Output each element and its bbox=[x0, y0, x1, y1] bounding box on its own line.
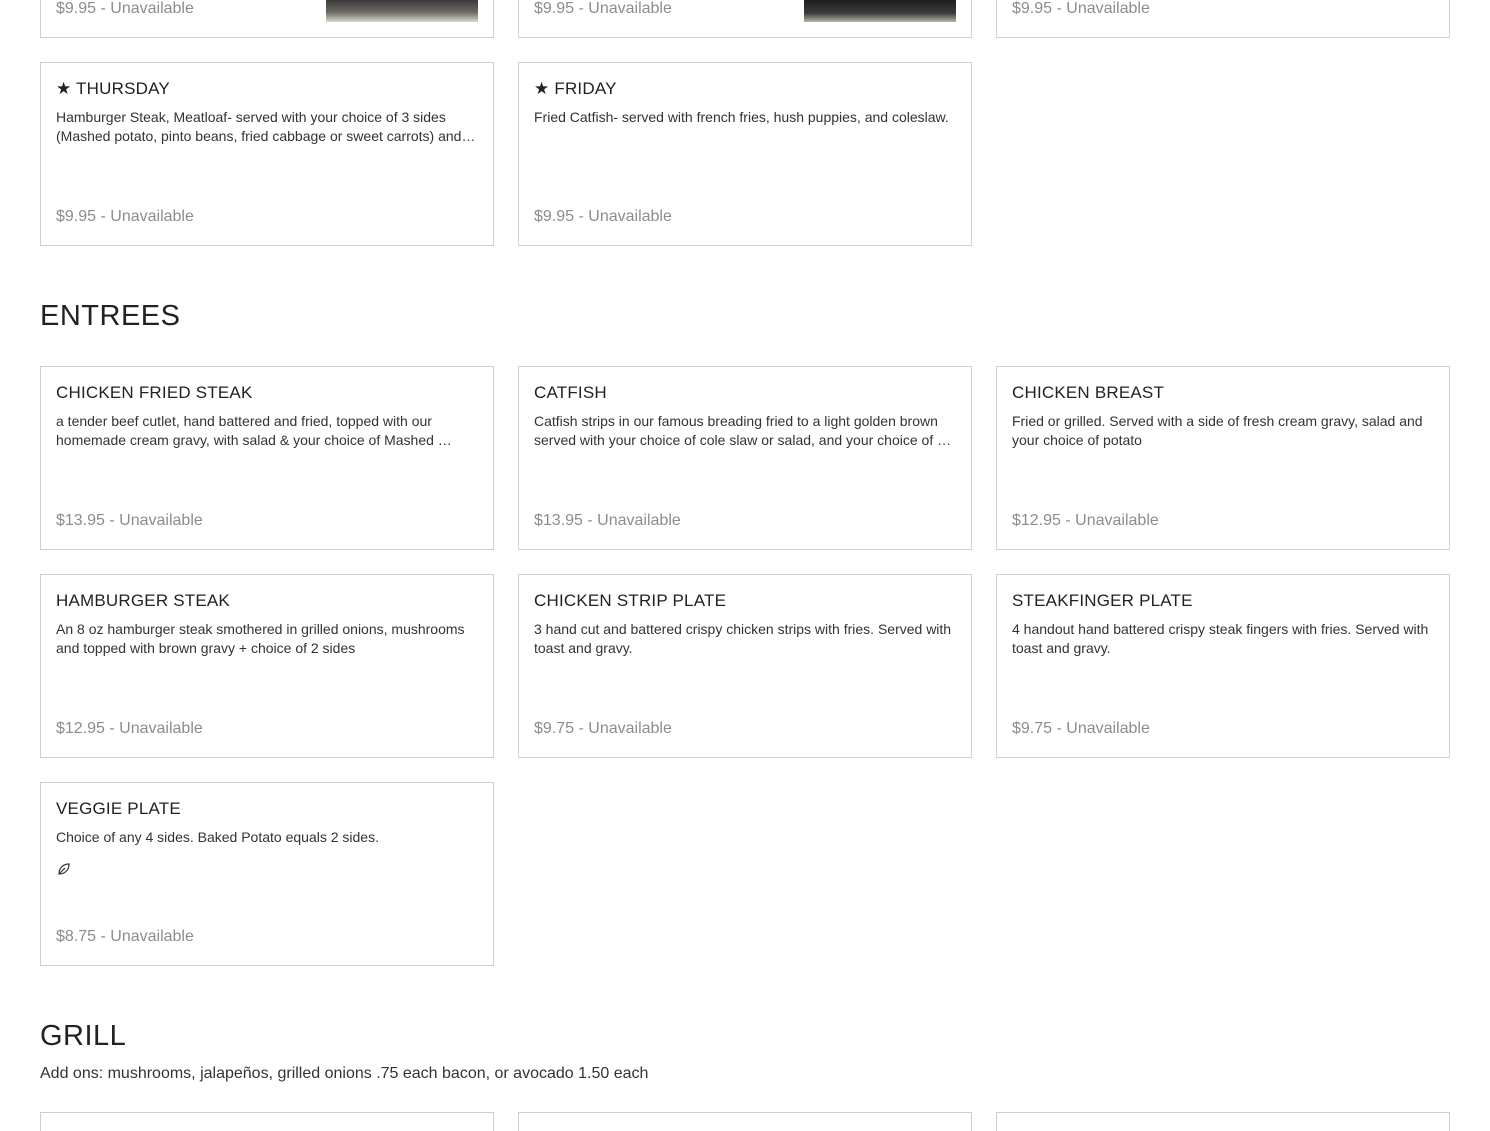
item-photo bbox=[804, 0, 956, 22]
menu-item-card-chicken-strip-plate[interactable]: CHICKEN STRIP PLATE 3 hand cut and batte… bbox=[518, 574, 972, 758]
item-title: ★ FRIDAY bbox=[534, 79, 617, 98]
item-price: $13.95 - Unavailable bbox=[56, 512, 203, 529]
menu-item-card-steakfinger-plate[interactable]: STEAKFINGER PLATE 4 handout hand battere… bbox=[996, 574, 1450, 758]
item-description: Fried Catfish- served with french fries,… bbox=[534, 109, 949, 125]
menu-item-card-thursday[interactable]: ★ THURSDAY Hamburger Steak, Meatloaf- se… bbox=[40, 62, 494, 246]
menu-item-card-hamburger-steak[interactable]: HAMBURGER STEAK An 8 oz hamburger steak … bbox=[40, 574, 494, 758]
item-description: Choice of any 4 sides. Baked Potato equa… bbox=[56, 829, 379, 845]
item-price: $9.95 - Unavailable bbox=[1012, 0, 1150, 17]
menu-item-card[interactable] bbox=[40, 1112, 494, 1131]
item-photo bbox=[326, 0, 478, 22]
item-price: $9.95 - Unavailable bbox=[56, 0, 194, 17]
item-title: CHICKEN FRIED STEAK bbox=[56, 383, 253, 402]
item-description: An 8 oz hamburger steak smothered in gri… bbox=[56, 621, 465, 656]
vegetarian-leaf-icon bbox=[58, 863, 70, 875]
item-price: $13.95 - Unavailable bbox=[534, 512, 681, 529]
menu-item-card[interactable]: $9.95 - Unavailable bbox=[996, 0, 1450, 38]
menu-item-card[interactable] bbox=[518, 1112, 972, 1131]
menu-item-card[interactable]: $9.95 - Unavailable bbox=[40, 0, 494, 38]
item-title: STEAKFINGER PLATE bbox=[1012, 591, 1193, 610]
item-price: $9.75 - Unavailable bbox=[1012, 720, 1150, 737]
item-description: Hamburger Steak, Meatloaf- served with y… bbox=[56, 109, 476, 144]
section-title-grill: GRILL bbox=[40, 1020, 127, 1052]
item-title: CHICKEN BREAST bbox=[1012, 383, 1165, 402]
item-title: CHICKEN STRIP PLATE bbox=[534, 591, 727, 610]
item-price: $9.75 - Unavailable bbox=[534, 720, 672, 737]
menu-item-card-catfish[interactable]: CATFISH Catfish strips in our famous bre… bbox=[518, 366, 972, 550]
menu-item-card-chicken-breast[interactable]: CHICKEN BREAST Fried or grilled. Served … bbox=[996, 366, 1450, 550]
item-description: Catfish strips in our famous breading fr… bbox=[534, 413, 952, 448]
menu-page: $9.95 - Unavailable $9.95 - Unavailable … bbox=[0, 0, 1490, 1131]
menu-item-card-chicken-fried-steak[interactable]: CHICKEN FRIED STEAK a tender beef cutlet… bbox=[40, 366, 494, 550]
item-title: VEGGIE PLATE bbox=[56, 799, 181, 818]
item-description: a tender beef cutlet, hand battered and … bbox=[56, 413, 452, 448]
item-price: $9.95 - Unavailable bbox=[534, 208, 672, 225]
item-description: 4 handout hand battered crispy steak fin… bbox=[1012, 621, 1429, 656]
menu-item-card-veggie-plate[interactable]: VEGGIE PLATE Choice of any 4 sides. Bake… bbox=[40, 782, 494, 966]
item-price: $12.95 - Unavailable bbox=[1012, 512, 1159, 529]
section-note-grill-addons: Add ons: mushrooms, jalapeños, grilled o… bbox=[40, 1065, 649, 1082]
item-title: CATFISH bbox=[534, 383, 607, 402]
item-price: $12.95 - Unavailable bbox=[56, 720, 203, 737]
menu-item-card[interactable] bbox=[996, 1112, 1450, 1131]
item-title: HAMBURGER STEAK bbox=[56, 591, 230, 610]
section-title-entrees: ENTREES bbox=[40, 300, 181, 332]
menu-item-card-friday[interactable]: ★ FRIDAY Fried Catfish- served with fren… bbox=[518, 62, 972, 246]
item-price: $9.95 - Unavailable bbox=[56, 208, 194, 225]
menu-item-card[interactable]: $9.95 - Unavailable bbox=[518, 0, 972, 38]
item-price: $9.95 - Unavailable bbox=[534, 0, 672, 17]
item-description: Fried or grilled. Served with a side of … bbox=[1012, 413, 1423, 448]
item-price: $8.75 - Unavailable bbox=[56, 928, 194, 945]
item-description: 3 hand cut and battered crispy chicken s… bbox=[534, 621, 952, 656]
item-title: ★ THURSDAY bbox=[56, 79, 170, 98]
